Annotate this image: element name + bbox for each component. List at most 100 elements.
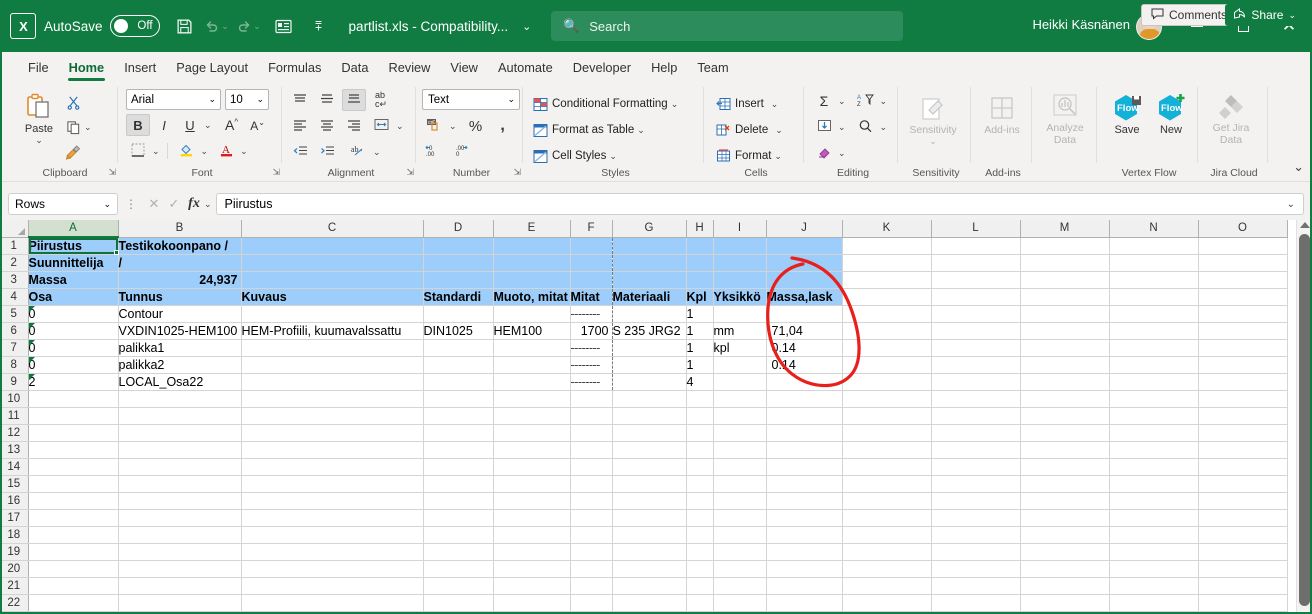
- cell-F19[interactable]: [570, 543, 612, 560]
- cell-A19[interactable]: [28, 543, 118, 560]
- cell-D13[interactable]: [423, 441, 493, 458]
- row-header-9[interactable]: 9: [0, 373, 28, 390]
- cell-E19[interactable]: [493, 543, 570, 560]
- cell-D12[interactable]: [423, 424, 493, 441]
- insert-function-icon[interactable]: fx: [184, 196, 204, 212]
- cell-G19[interactable]: [612, 543, 686, 560]
- cell-I16[interactable]: [713, 492, 766, 509]
- cell-M9[interactable]: [1020, 373, 1109, 390]
- cell-L14[interactable]: [931, 458, 1020, 475]
- cell-K14[interactable]: [842, 458, 931, 475]
- cell-H13[interactable]: [686, 441, 713, 458]
- formula-input[interactable]: Piirustus ⌄: [216, 193, 1304, 215]
- cell-A14[interactable]: [28, 458, 118, 475]
- font-color-button[interactable]: A: [214, 140, 238, 162]
- alignment-dialog-launcher[interactable]: ⇲: [406, 167, 414, 178]
- cell-J13[interactable]: [766, 441, 842, 458]
- cell-G12[interactable]: [612, 424, 686, 441]
- cell-C1[interactable]: [241, 237, 423, 254]
- cell-B10[interactable]: [118, 390, 241, 407]
- cell-C15[interactable]: [241, 475, 423, 492]
- cell-F18[interactable]: [570, 526, 612, 543]
- cell-B5[interactable]: Contour: [118, 305, 241, 322]
- cell-N21[interactable]: [1109, 577, 1198, 594]
- cell-K20[interactable]: [842, 560, 931, 577]
- cell-D2[interactable]: [423, 254, 493, 271]
- cell-C8[interactable]: [241, 356, 423, 373]
- cell-H16[interactable]: [686, 492, 713, 509]
- cell-A1[interactable]: Piirustus: [28, 237, 118, 254]
- cell-F2[interactable]: [570, 254, 612, 271]
- cell-F17[interactable]: [570, 509, 612, 526]
- delete-cells-button[interactable]: Delete ⌄: [714, 118, 783, 142]
- cell-O1[interactable]: [1198, 237, 1287, 254]
- cell-I21[interactable]: [713, 577, 766, 594]
- tab-home[interactable]: Home: [59, 56, 115, 79]
- cell-C11[interactable]: [241, 407, 423, 424]
- format-as-table-button[interactable]: Format as Table ⌄: [531, 118, 645, 142]
- sort-filter-chevron-down-icon[interactable]: ⌄: [880, 96, 888, 107]
- number-format-chevron-down-icon[interactable]: ⌄: [507, 94, 515, 105]
- cell-K5[interactable]: [842, 305, 931, 322]
- cell-A18[interactable]: [28, 526, 118, 543]
- orientation-button[interactable]: ab: [346, 141, 370, 163]
- font-dialog-launcher[interactable]: ⇲: [272, 167, 280, 178]
- cell-O13[interactable]: [1198, 441, 1287, 458]
- row-header-20[interactable]: 20: [0, 560, 28, 577]
- cell-C22[interactable]: [241, 594, 423, 611]
- cell-B8[interactable]: palikka2: [118, 356, 241, 373]
- cell-O22[interactable]: [1198, 594, 1287, 611]
- cell-J11[interactable]: [766, 407, 842, 424]
- cell-G4[interactable]: Materiaali: [612, 288, 686, 305]
- cell-H12[interactable]: [686, 424, 713, 441]
- cell-A21[interactable]: [28, 577, 118, 594]
- cell-M3[interactable]: [1020, 271, 1109, 288]
- cell-N12[interactable]: [1109, 424, 1198, 441]
- cell-F9[interactable]: --------: [570, 373, 612, 390]
- cell-E22[interactable]: [493, 594, 570, 611]
- cell-H4[interactable]: Kpl: [686, 288, 713, 305]
- format-painter-button[interactable]: [64, 140, 92, 165]
- align-middle-button[interactable]: [315, 89, 339, 111]
- cell-H6[interactable]: 1: [686, 322, 713, 339]
- cell-L7[interactable]: [931, 339, 1020, 356]
- cell-O10[interactable]: [1198, 390, 1287, 407]
- cell-K19[interactable]: [842, 543, 931, 560]
- cell-D17[interactable]: [423, 509, 493, 526]
- cell-N4[interactable]: [1109, 288, 1198, 305]
- cell-N15[interactable]: [1109, 475, 1198, 492]
- cell-N20[interactable]: [1109, 560, 1198, 577]
- cell-K6[interactable]: [842, 322, 931, 339]
- cell-L21[interactable]: [931, 577, 1020, 594]
- row-header-2[interactable]: 2: [0, 254, 28, 271]
- wrap-text-button[interactable]: abc↵: [369, 89, 393, 111]
- cell-G10[interactable]: [612, 390, 686, 407]
- increase-indent-button[interactable]: [315, 141, 339, 163]
- cell-L11[interactable]: [931, 407, 1020, 424]
- row-header-7[interactable]: 7: [0, 339, 28, 356]
- cell-L4[interactable]: [931, 288, 1020, 305]
- cell-D18[interactable]: [423, 526, 493, 543]
- cell-K18[interactable]: [842, 526, 931, 543]
- cell-J12[interactable]: [766, 424, 842, 441]
- tab-insert[interactable]: Insert: [114, 56, 166, 79]
- cell-E11[interactable]: [493, 407, 570, 424]
- cell-O20[interactable]: [1198, 560, 1287, 577]
- cell-B20[interactable]: [118, 560, 241, 577]
- tab-team[interactable]: Team: [687, 56, 738, 79]
- cell-N19[interactable]: [1109, 543, 1198, 560]
- cell-N10[interactable]: [1109, 390, 1198, 407]
- cell-N1[interactable]: [1109, 237, 1198, 254]
- cell-G16[interactable]: [612, 492, 686, 509]
- tab-file[interactable]: File: [18, 56, 59, 79]
- column-header-D[interactable]: D: [423, 220, 493, 237]
- cell-G3[interactable]: [612, 271, 686, 288]
- find-and-select-button[interactable]: [854, 116, 878, 138]
- cell-D8[interactable]: [423, 356, 493, 373]
- cell-D7[interactable]: [423, 339, 493, 356]
- cell-K7[interactable]: [842, 339, 931, 356]
- cell-G1[interactable]: [612, 237, 686, 254]
- underline-chevron-down-icon[interactable]: ⌄: [204, 120, 212, 131]
- column-header-J[interactable]: J: [766, 220, 842, 237]
- cell-H2[interactable]: [686, 254, 713, 271]
